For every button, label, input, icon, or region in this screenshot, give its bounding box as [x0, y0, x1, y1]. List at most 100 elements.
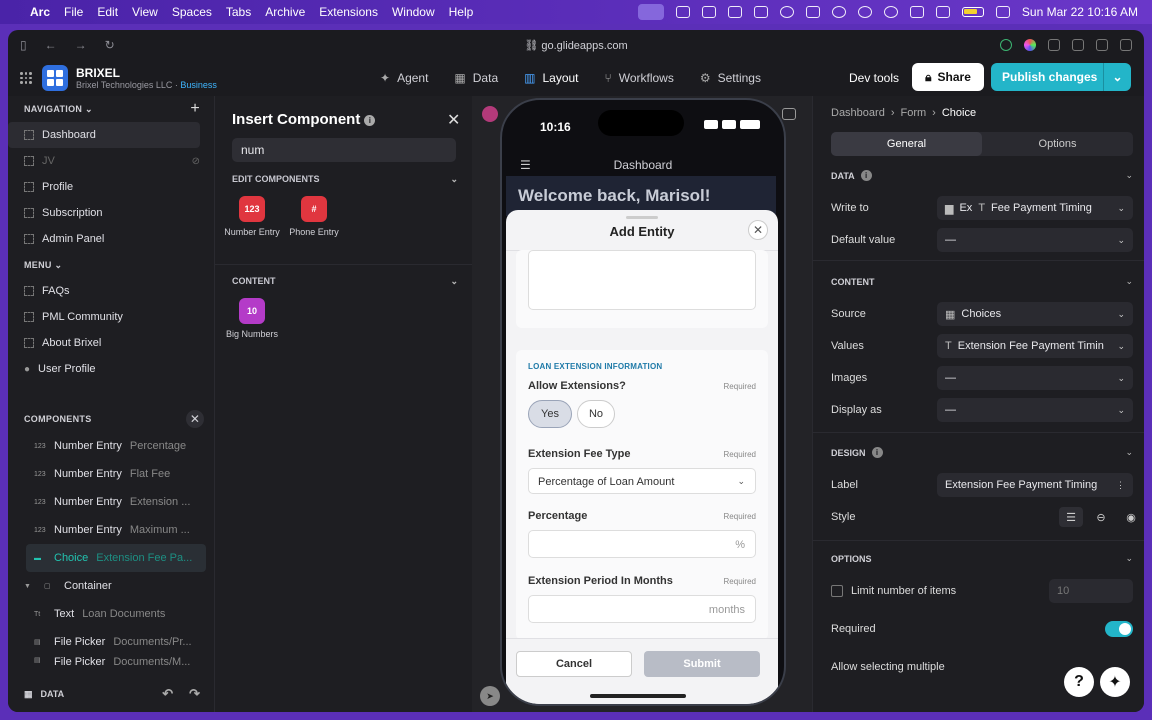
sidebar-item-dashboard[interactable]: Dashboard: [8, 122, 200, 148]
label-input[interactable]: Extension Fee Payment Timing ⋮: [937, 473, 1133, 497]
write-to-select[interactable]: ▆ Ex T Fee Payment Timing ⌄: [937, 196, 1133, 220]
design-section-header[interactable]: DESIGN i ⌄: [831, 447, 1133, 458]
control-icon[interactable]: [909, 6, 924, 18]
sidebar-item-jv[interactable]: JV ⊘: [8, 148, 200, 174]
menu-header[interactable]: MENU ⌄: [8, 252, 214, 278]
period-input[interactable]: months: [528, 595, 756, 623]
images-select[interactable]: — ⌄: [937, 366, 1133, 390]
component-row[interactable]: 123 Number Entry Percentage: [8, 432, 200, 460]
fee-type-select[interactable]: Percentage of Loan Amount ⌄: [528, 468, 756, 494]
data-section-header[interactable]: DATA i ⌄: [831, 170, 1133, 181]
percentage-input[interactable]: %: [528, 530, 756, 558]
tab-agent[interactable]: ✦ Agent: [380, 71, 428, 85]
navigation-header[interactable]: NAVIGATION ⌄ +: [8, 96, 214, 122]
menu-help[interactable]: Help: [449, 5, 474, 19]
chips-style-icon[interactable]: ⊖: [1089, 507, 1113, 527]
tab-layout[interactable]: ▥ Layout: [524, 71, 578, 85]
menu-view[interactable]: View: [132, 5, 158, 19]
menu-tabs[interactable]: Tabs: [226, 5, 251, 19]
tab-data[interactable]: ▦ Data: [454, 71, 498, 85]
rocket-icon[interactable]: [727, 6, 742, 18]
tab-settings[interactable]: ⚙ Settings: [700, 71, 761, 85]
undo-icon[interactable]: ↶: [162, 686, 173, 702]
crumb-dashboard[interactable]: Dashboard: [831, 107, 885, 119]
wifi-icon[interactable]: [779, 6, 794, 18]
text-area-field[interactable]: [528, 250, 756, 310]
tab-workflows[interactable]: ⑂ Workflows: [605, 71, 674, 85]
sidebar-item-admin-panel[interactable]: Admin Panel: [8, 226, 200, 252]
play-icon[interactable]: [883, 6, 898, 18]
sidebar-item-faqs[interactable]: FAQs: [8, 278, 200, 304]
eye-off-icon[interactable]: ⊘: [192, 156, 200, 167]
volume-icon[interactable]: [935, 6, 950, 18]
viewer-avatar[interactable]: [482, 106, 498, 122]
device-toggle-icon[interactable]: [782, 108, 796, 120]
yes-button[interactable]: Yes: [528, 400, 572, 428]
menu-archive[interactable]: Archive: [265, 5, 305, 19]
submit-button[interactable]: Submit: [644, 651, 760, 677]
info-icon[interactable]: i: [364, 114, 376, 126]
sidebar-item-subscription[interactable]: Subscription: [8, 200, 200, 226]
menu-extensions[interactable]: Extensions: [319, 5, 378, 19]
component-row-container[interactable]: ▼ ▢ Container: [8, 572, 200, 600]
bluetooth-icon[interactable]: [753, 6, 768, 18]
sidebar-item-user-profile[interactable]: ● User Profile: [8, 356, 200, 382]
menu-edit[interactable]: Edit: [97, 5, 118, 19]
radio-style-icon[interactable]: ◉: [1119, 507, 1143, 527]
tab-general[interactable]: General: [831, 132, 982, 156]
component-row[interactable]: 123 Number Entry Flat Fee: [8, 460, 200, 488]
display-icon[interactable]: [805, 6, 820, 18]
close-icon[interactable]: ✕: [748, 220, 768, 240]
apps-grid-icon[interactable]: [20, 72, 32, 84]
control-center-icon[interactable]: [995, 6, 1010, 18]
menu-file[interactable]: File: [64, 5, 83, 19]
search-input[interactable]: [232, 138, 456, 162]
limit-checkbox[interactable]: [831, 585, 843, 597]
url-bar[interactable]: ⛓ go.glideapps.com: [8, 39, 1144, 52]
ai-assistant-button[interactable]: ✦: [1100, 667, 1130, 697]
tile-phone-entry[interactable]: # Phone Entry: [283, 196, 345, 238]
tab-options[interactable]: Options: [982, 132, 1133, 156]
component-row[interactable]: 123 Number Entry Maximum ...: [8, 516, 200, 544]
extension-icon[interactable]: [675, 6, 690, 18]
sheet-handle[interactable]: [626, 216, 658, 219]
pointer-tool-icon[interactable]: ➤: [480, 686, 500, 706]
chevron-down-icon[interactable]: ⌄: [1103, 63, 1131, 91]
battery-icon[interactable]: [961, 7, 984, 17]
default-value-select[interactable]: — ⌄: [937, 228, 1133, 252]
no-button[interactable]: No: [577, 400, 615, 428]
component-row[interactable]: ▤ File Picker Documents/M...: [8, 656, 200, 670]
component-row[interactable]: ▤ File Picker Documents/Pr...: [8, 628, 200, 656]
tile-number-entry[interactable]: 123 Number Entry: [222, 196, 282, 238]
limit-input[interactable]: 10: [1049, 579, 1133, 603]
sidebar-item-pml-community[interactable]: PML Community: [8, 304, 200, 330]
required-toggle[interactable]: [1105, 621, 1133, 637]
component-row-selected[interactable]: ▬ Choice Extension Fee Pa...: [26, 544, 206, 572]
close-icon[interactable]: ✕: [447, 110, 460, 130]
component-row[interactable]: Tt Text Loan Documents: [8, 600, 200, 628]
search-icon[interactable]: [831, 6, 846, 18]
publish-button[interactable]: Publish changes ⌄: [991, 63, 1131, 91]
menu-arc[interactable]: Arc: [30, 5, 50, 19]
collapse-icon[interactable]: ▼: [24, 583, 36, 590]
info-icon[interactable]: i: [871, 447, 883, 458]
edit-components-header[interactable]: EDIT COMPONENTS ⌄: [232, 174, 458, 185]
user-icon[interactable]: [857, 6, 872, 18]
screen-record-icon[interactable]: [637, 4, 664, 20]
share-button[interactable]: 🔒︎ Share: [912, 63, 984, 91]
more-icon[interactable]: ⋮: [1116, 480, 1125, 491]
add-tab-icon[interactable]: +: [190, 100, 200, 118]
content-section-header[interactable]: CONTENT ⌄: [831, 276, 1133, 287]
cancel-button[interactable]: Cancel: [516, 651, 632, 677]
source-select[interactable]: ▦ Choices ⌄: [937, 302, 1133, 326]
tile-big-numbers[interactable]: 10 Big Numbers: [222, 298, 282, 340]
info-icon[interactable]: i: [860, 170, 872, 181]
options-section-header[interactable]: OPTIONS ⌄: [831, 553, 1133, 564]
tool-icon[interactable]: [701, 6, 716, 18]
close-icon[interactable]: ✕: [186, 410, 204, 428]
sidebar-item-profile[interactable]: Profile: [8, 174, 200, 200]
menu-spaces[interactable]: Spaces: [172, 5, 212, 19]
component-row[interactable]: 123 Number Entry Extension ...: [8, 488, 200, 516]
list-style-icon[interactable]: ☰: [1059, 507, 1083, 527]
sidebar-item-about[interactable]: About Brixel: [8, 330, 200, 356]
